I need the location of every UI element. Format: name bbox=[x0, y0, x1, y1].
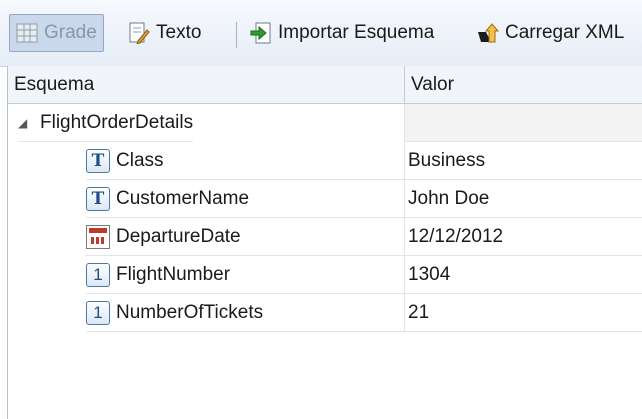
table-row[interactable]: T CustomerName John Doe bbox=[8, 180, 642, 218]
text-type-icon: T bbox=[86, 186, 110, 211]
field-name: DepartureDate bbox=[116, 225, 241, 247]
text-type-icon: T bbox=[86, 148, 110, 173]
root-name-cell: ◢ FlightOrderDetails bbox=[18, 104, 194, 142]
field-value[interactable]: 21 bbox=[404, 294, 642, 332]
text-view-button[interactable]: Texto bbox=[122, 14, 207, 52]
field-value[interactable]: Business bbox=[404, 142, 642, 180]
tree-root-row[interactable]: ◢ FlightOrderDetails bbox=[8, 104, 642, 142]
table-row[interactable]: 1 NumberOfTickets 21 bbox=[8, 294, 642, 332]
row-name-cell: T CustomerName bbox=[86, 180, 404, 218]
row-name-cell: 1 FlightNumber bbox=[86, 256, 404, 294]
field-name: FlightNumber bbox=[116, 263, 231, 285]
calendar-icon bbox=[86, 224, 110, 249]
import-icon bbox=[250, 22, 272, 44]
grid-icon bbox=[16, 22, 38, 44]
root-node-label: FlightOrderDetails bbox=[40, 111, 194, 133]
grid-view-button[interactable]: Grade bbox=[9, 14, 104, 52]
field-name: NumberOfTickets bbox=[116, 301, 264, 323]
row-name-cell: 1 NumberOfTickets bbox=[86, 294, 404, 332]
grid-header: Esquema Valor bbox=[8, 66, 642, 104]
load-xml-button[interactable]: Carregar XML bbox=[471, 14, 630, 52]
table-row[interactable]: T Class Business bbox=[8, 142, 642, 180]
field-name: CustomerName bbox=[116, 187, 250, 209]
value-column-header[interactable]: Valor bbox=[404, 66, 454, 103]
load-xml-icon bbox=[477, 22, 500, 44]
number-type-icon: 1 bbox=[86, 262, 110, 287]
root-value-cell[interactable] bbox=[404, 104, 642, 142]
text-edit-icon bbox=[128, 22, 150, 45]
field-value[interactable]: 1304 bbox=[404, 256, 642, 294]
schema-grid: Esquema Valor ◢ FlightOrderDetails T Cla… bbox=[7, 66, 642, 419]
field-name: Class bbox=[116, 149, 164, 171]
text-view-label: Texto bbox=[156, 22, 202, 43]
schema-column-header[interactable]: Esquema bbox=[8, 66, 94, 103]
toolbar: Grade Texto Importar Esquema Carregar XM… bbox=[0, 0, 642, 67]
field-value[interactable]: John Doe bbox=[404, 180, 642, 218]
import-schema-label: Importar Esquema bbox=[278, 22, 435, 43]
load-xml-label: Carregar XML bbox=[505, 22, 625, 43]
table-row[interactable]: DepartureDate 12/12/2012 bbox=[8, 218, 642, 256]
collapse-arrow-icon[interactable]: ◢ bbox=[18, 104, 34, 142]
field-value[interactable]: 12/12/2012 bbox=[404, 218, 642, 256]
row-name-cell: T Class bbox=[86, 142, 404, 180]
number-type-icon: 1 bbox=[86, 300, 110, 325]
toolbar-divider bbox=[236, 22, 237, 48]
import-schema-button[interactable]: Importar Esquema bbox=[244, 14, 440, 52]
grid-view-label: Grade bbox=[44, 22, 97, 43]
table-row[interactable]: 1 FlightNumber 1304 bbox=[8, 256, 642, 294]
row-name-cell: DepartureDate bbox=[86, 218, 404, 256]
